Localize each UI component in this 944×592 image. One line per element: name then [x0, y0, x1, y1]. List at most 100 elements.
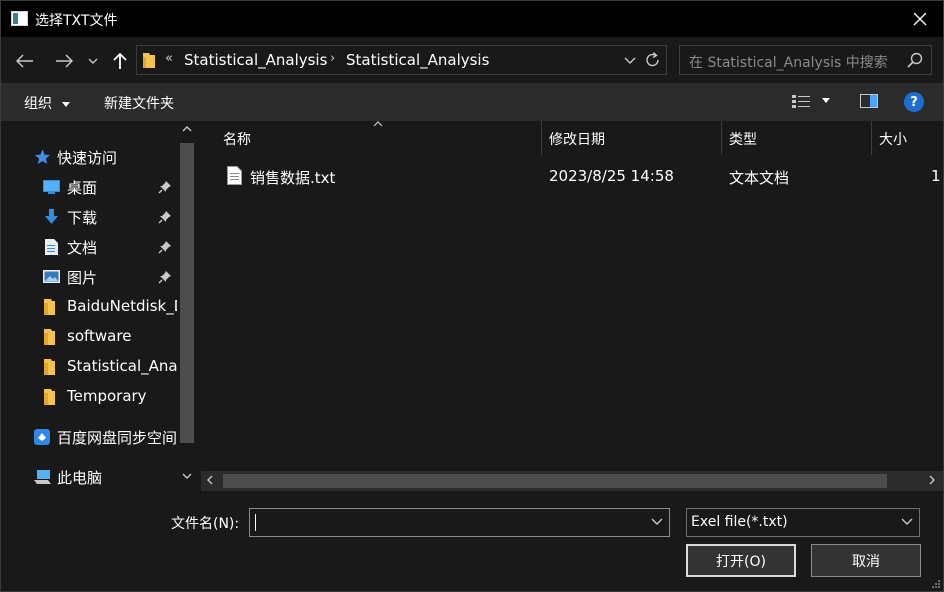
nav-item-desktop[interactable]: 桌面: [1, 173, 179, 201]
horizontal-scrollbar-thumb[interactable]: [223, 474, 887, 488]
view-options-caret-icon[interactable]: [822, 98, 830, 103]
breadcrumb-item[interactable]: Statistical_Analysis: [184, 51, 327, 69]
horizontal-scrollbar[interactable]: [201, 471, 943, 491]
breadcrumb-item[interactable]: Statistical_Analysis: [346, 51, 489, 69]
address-dropdown-icon[interactable]: [624, 53, 636, 67]
open-button[interactable]: 打开(O): [686, 544, 796, 577]
table-row[interactable]: 销售数据.txt 2023/8/25 14:58 文本文档 1: [201, 163, 943, 191]
organize-button[interactable]: 组织: [24, 93, 71, 113]
column-header-type[interactable]: 类型: [722, 121, 871, 155]
download-icon: [45, 209, 58, 224]
chevron-right-icon[interactable]: [929, 475, 935, 485]
view-details-icon[interactable]: [791, 94, 811, 110]
nav-item-downloads[interactable]: 下载: [1, 203, 179, 231]
file-open-dialog: 选择TXT文件 « Statistical_Analysis › Statist…: [0, 0, 944, 592]
nav-scrollbar[interactable]: [177, 121, 197, 491]
forward-button[interactable]: [52, 49, 76, 73]
address-bar[interactable]: « Statistical_Analysis › Statistical_Ana…: [136, 45, 667, 75]
file-type: 文本文档: [729, 169, 790, 187]
nav-item-label: 此电脑: [57, 469, 103, 487]
pin-icon: [158, 211, 171, 224]
overflow-chevron[interactable]: «: [165, 51, 173, 66]
nav-item-baidu-sync[interactable]: 百度网盘同步空间: [1, 423, 179, 451]
close-button[interactable]: [897, 1, 943, 37]
star-icon: [35, 149, 50, 164]
nav-item-statistical-analysis[interactable]: Statistical_Anal: [1, 353, 179, 381]
filename-label: 文件名(N):: [171, 516, 240, 532]
column-header-modified[interactable]: 修改日期: [542, 121, 721, 155]
resize-grip-icon[interactable]: [931, 579, 941, 589]
file-modified: 2023/8/25 14:58: [549, 167, 674, 185]
organize-label: 组织: [24, 96, 52, 112]
nav-item-temporary[interactable]: Temporary: [1, 383, 179, 411]
nav-item-label: 快速访问: [57, 149, 118, 167]
search-placeholder: 在 Statistical_Analysis 中搜索: [689, 55, 888, 71]
refresh-icon[interactable]: [645, 51, 661, 69]
window-title: 选择TXT文件: [35, 13, 118, 29]
nav-item-quick-access[interactable]: 快速访问: [1, 143, 179, 171]
cancel-button[interactable]: 取消: [811, 544, 921, 577]
nav-item-software[interactable]: software: [1, 323, 179, 351]
chevron-left-icon[interactable]: [207, 475, 213, 485]
nav-item-pictures[interactable]: 图片: [1, 263, 179, 291]
arrow-right-icon: [56, 54, 73, 68]
pin-icon: [158, 181, 171, 194]
arrow-up-icon: [113, 52, 127, 69]
nav-item-label: 文档: [67, 239, 98, 257]
folder-icon: [44, 389, 55, 405]
nav-scrollbar-thumb[interactable]: [180, 143, 194, 443]
chevron-down-icon: [88, 58, 98, 64]
pin-icon: [158, 271, 171, 284]
document-icon: [45, 239, 58, 255]
pin-icon: [158, 241, 171, 254]
toolbar: 组织 新建文件夹 ?: [1, 83, 943, 121]
breadcrumb-separator[interactable]: ›: [330, 51, 335, 66]
text-cursor: [255, 514, 256, 531]
navigation-pane: 快速访问 桌面 下载 文档 图片 BaiduNetdisk_D software…: [1, 121, 199, 491]
file-list: 名称 修改日期 类型 大小 销售数据.txt 2023/8/25 14:58 文…: [201, 121, 943, 491]
file-size: 1: [931, 167, 941, 185]
folder-icon: [44, 359, 55, 375]
nav-item-documents[interactable]: 文档: [1, 233, 179, 261]
caret-down-icon: [62, 101, 71, 107]
nav-item-baidunetdisk[interactable]: BaiduNetdisk_D: [1, 293, 179, 321]
nav-item-label: Temporary: [67, 387, 147, 405]
arrow-left-icon: [16, 54, 33, 68]
pictures-icon: [43, 270, 60, 283]
nav-item-this-pc[interactable]: 此电脑: [1, 463, 179, 491]
desktop-icon: [43, 180, 60, 194]
up-button[interactable]: [108, 49, 132, 73]
nav-item-label: 下载: [67, 209, 98, 227]
help-button[interactable]: ?: [904, 92, 924, 112]
nav-item-label: 图片: [67, 269, 98, 287]
chevron-down-icon: [901, 518, 913, 525]
new-folder-button[interactable]: 新建文件夹: [104, 93, 174, 113]
nav-item-label: software: [67, 327, 132, 345]
filename-field[interactable]: [249, 508, 670, 537]
close-icon: [913, 12, 927, 26]
app-icon: [11, 11, 28, 26]
address-row: « Statistical_Analysis › Statistical_Ana…: [1, 37, 943, 83]
search-icon: [907, 52, 923, 68]
search-box[interactable]: 在 Statistical_Analysis 中搜索: [679, 45, 932, 75]
computer-icon: [34, 470, 51, 484]
back-button[interactable]: [13, 49, 37, 73]
bottom-panel: 文件名(N): Exel file(*.txt) 打开(O) 取消: [1, 491, 943, 591]
folder-icon: [143, 53, 155, 68]
nav-item-label: 百度网盘同步空间: [57, 429, 178, 447]
chevron-down-icon[interactable]: [182, 473, 192, 479]
preview-pane-icon[interactable]: [860, 94, 878, 108]
cloud-sync-icon: [34, 429, 50, 445]
folder-icon: [44, 329, 55, 345]
file-type-value: Exel file(*.txt): [691, 514, 788, 530]
column-header-name[interactable]: 名称: [201, 121, 541, 155]
text-file-icon: [227, 166, 242, 185]
nav-item-label: 桌面: [67, 179, 98, 197]
recent-locations-button[interactable]: [83, 49, 103, 73]
file-type-select[interactable]: Exel file(*.txt): [686, 508, 920, 537]
nav-item-label: BaiduNetdisk_D: [67, 297, 177, 315]
chevron-down-icon[interactable]: [651, 518, 663, 526]
chevron-up-icon[interactable]: [182, 126, 192, 132]
title-bar: 选择TXT文件: [1, 1, 943, 37]
column-header-size[interactable]: 大小: [872, 121, 943, 155]
